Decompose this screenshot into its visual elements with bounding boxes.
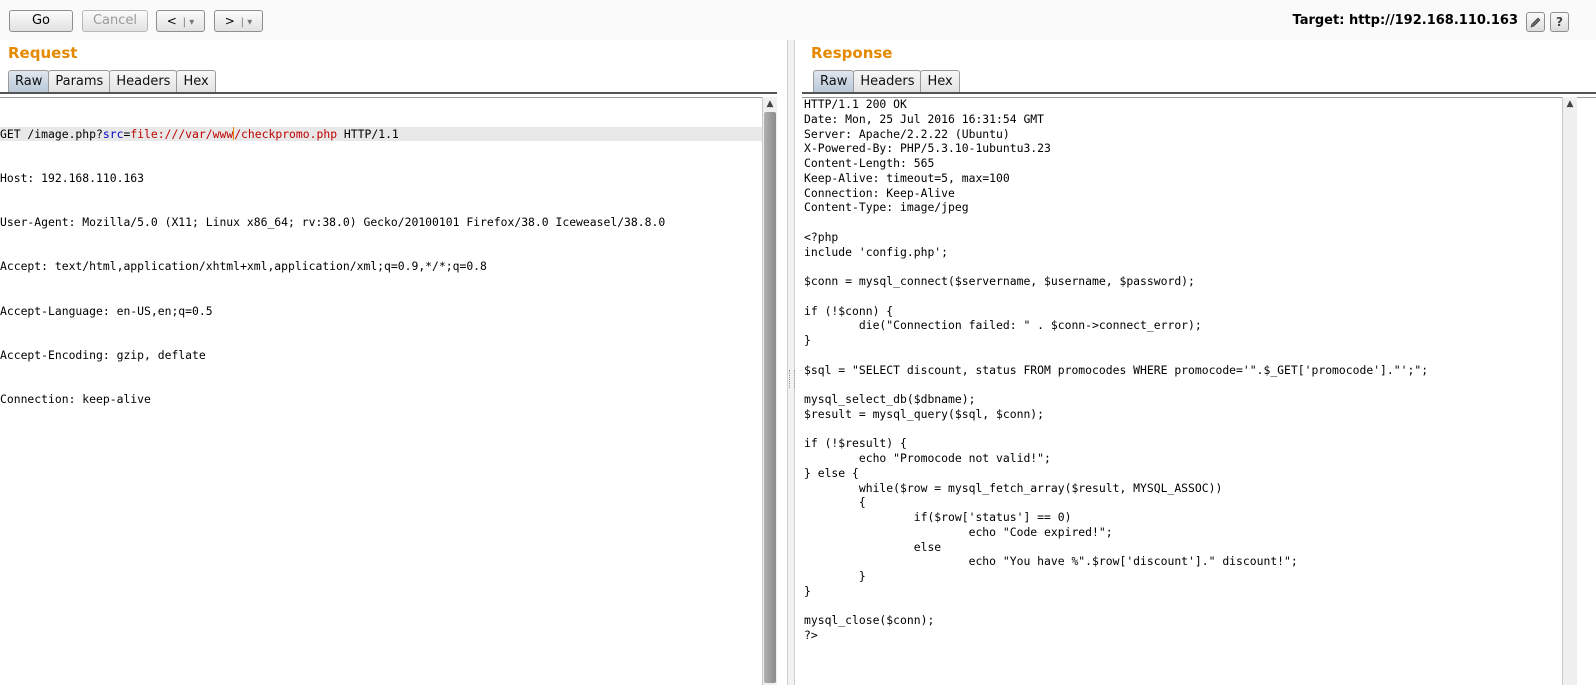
request-tabs: Raw Params Headers Hex	[8, 70, 216, 92]
response-line	[804, 422, 1564, 437]
response-line: Content-Length: 565	[804, 156, 935, 170]
response-line: if (!$conn) {	[804, 303, 894, 318]
response-line: mysql_select_db($dbname);	[804, 392, 976, 406]
response-line: <?php	[804, 229, 839, 244]
response-line: if (!$result) {	[804, 436, 907, 451]
target-display: Target: http://192.168.110.163	[1293, 13, 1519, 28]
response-line	[804, 599, 1564, 614]
tab-params[interactable]: Params	[48, 70, 111, 92]
response-line: Keep-Alive: timeout=5, max=100	[804, 170, 1010, 185]
response-line: ?>	[804, 628, 818, 642]
tab-headers[interactable]: Headers	[109, 70, 178, 92]
request-title: Request	[8, 44, 78, 62]
response-line: Connection: Keep-Alive	[804, 185, 955, 200]
scroll-thumb[interactable]	[764, 112, 776, 683]
header-line: Accept-Encoding: gzip, deflate	[0, 347, 206, 362]
forward-button[interactable]: > | ▾	[214, 10, 263, 32]
pencil-icon[interactable]	[1526, 12, 1545, 32]
response-line: echo "Code expired!";	[804, 524, 1113, 539]
response-line: die("Connection failed: " . $conn->conne…	[804, 318, 1202, 333]
request-panel: Request Raw Params Headers Hex GET /imag…	[0, 40, 777, 685]
response-title: Response	[811, 44, 893, 62]
back-history-dropdown-icon[interactable]: | ▾	[181, 17, 195, 28]
help-icon[interactable]: ?	[1550, 12, 1569, 32]
response-line: $result = mysql_query($sql, $conn);	[804, 406, 1045, 421]
response-line: Server: Apache/2.2.22 (Ubuntu)	[804, 126, 1010, 141]
request-scrollbar[interactable]: ▲	[762, 97, 777, 685]
tab-hex[interactable]: Hex	[920, 70, 960, 92]
request-editor[interactable]: GET /image.php?src=file:///var/www/check…	[0, 97, 762, 685]
response-line: }	[804, 333, 811, 347]
tab-raw[interactable]: Raw	[8, 70, 50, 92]
header-line: Host: 192.168.110.163	[0, 170, 145, 185]
response-line	[804, 259, 1564, 274]
header-line: Connection: keep-alive	[0, 392, 151, 406]
tab-headers[interactable]: Headers	[853, 70, 922, 92]
response-line	[804, 348, 1564, 363]
response-scrollbar[interactable]: ▲	[1562, 97, 1577, 685]
response-line: }	[804, 583, 811, 598]
scroll-up-icon[interactable]: ▲	[1563, 97, 1577, 111]
header-line: Accept-Language: en-US,en;q=0.5	[0, 303, 213, 318]
header-line: Accept: text/html,application/xhtml+xml,…	[0, 259, 487, 274]
response-editor[interactable]: HTTP/1.1 200 OK Date: Mon, 25 Jul 2016 16…	[804, 97, 1564, 685]
response-line	[804, 289, 1564, 304]
header-line: User-Agent: Mozilla/5.0 (X11; Linux x86_…	[0, 215, 666, 229]
response-line: include 'config.php';	[804, 244, 949, 259]
response-line: echo "Promocode not valid!";	[804, 451, 1051, 465]
response-line: if($row['status'] == 0)	[804, 510, 1072, 524]
back-arrow-icon: <	[166, 14, 177, 28]
response-panel: Response Raw Headers Hex HTTP/1.1 200 OK…	[802, 40, 1596, 685]
response-line	[804, 215, 1564, 230]
response-tabs: Raw Headers Hex	[813, 70, 960, 92]
split-pane-divider[interactable]	[787, 40, 795, 685]
target-label: Target:	[1292, 13, 1345, 28]
response-line: Date: Mon, 25 Jul 2016 16:31:54 GMT	[804, 111, 1045, 126]
forward-history-dropdown-icon[interactable]: | ▾	[239, 17, 253, 28]
tab-hex[interactable]: Hex	[176, 70, 216, 92]
response-line: {	[804, 495, 866, 510]
response-line: $sql = "SELECT discount, status FROM pro…	[804, 362, 1429, 377]
forward-arrow-icon: >	[224, 14, 235, 28]
response-line: } else {	[804, 465, 859, 480]
request-line: GET /image.php?src=file:///var/www/check…	[0, 126, 762, 142]
response-line	[804, 377, 1564, 392]
go-button[interactable]: Go	[9, 10, 73, 32]
target-url: http://192.168.110.163	[1348, 13, 1518, 28]
response-line: mysql_close($conn);	[804, 613, 935, 628]
response-line: HTTP/1.1 200 OK	[804, 97, 907, 111]
response-line: Content-Type: image/jpeg	[804, 200, 969, 215]
response-line: X-Powered-By: PHP/5.3.10-1ubuntu3.23	[804, 141, 1051, 156]
response-line: while($row = mysql_fetch_array($result, …	[804, 480, 1223, 495]
divider-grip-icon[interactable]	[789, 370, 795, 388]
toolbar: Go Cancel < | ▾ > | ▾ Target: http://192…	[0, 0, 1596, 40]
param-key: src	[102, 126, 124, 141]
response-line: else	[804, 539, 942, 554]
scroll-up-icon[interactable]: ▲	[763, 97, 777, 111]
response-line: }	[804, 569, 866, 583]
cancel-button[interactable]: Cancel	[82, 10, 148, 32]
response-line: echo "You have %".$row['discount']." dis…	[804, 554, 1298, 569]
param-value: file:///var/www	[130, 126, 234, 141]
back-button[interactable]: < | ▾	[156, 10, 205, 32]
response-line: $conn = mysql_connect($servername, $user…	[804, 274, 1195, 288]
tab-raw[interactable]: Raw	[813, 70, 855, 92]
